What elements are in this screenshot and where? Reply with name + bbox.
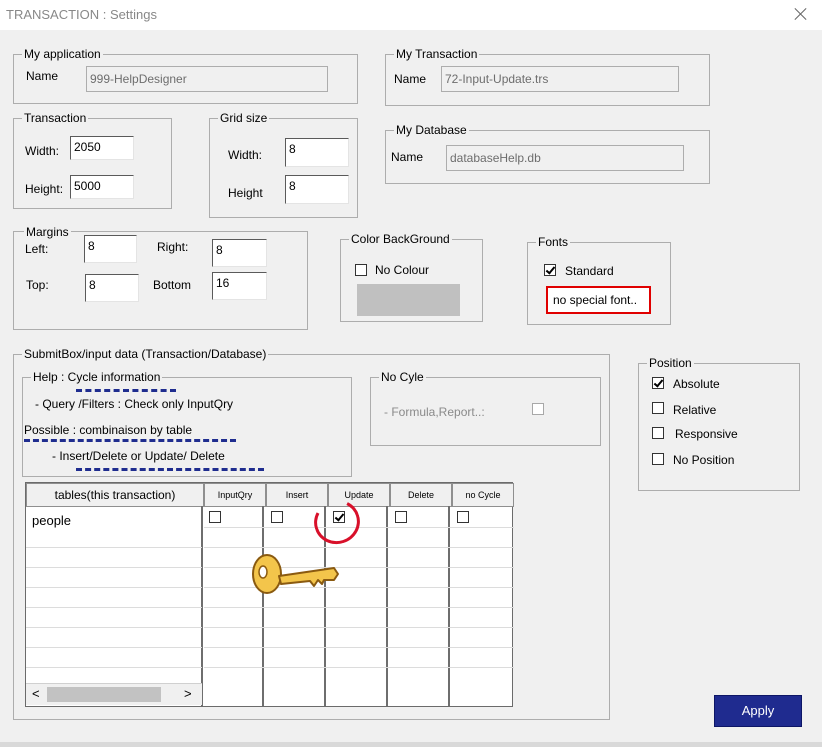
grid-size-label: Grid size <box>218 111 270 125</box>
help-possible-underline <box>24 439 236 442</box>
grid-row-line <box>204 607 514 608</box>
people-inputqry-checkbox[interactable] <box>209 511 221 523</box>
grid-row-line <box>204 667 514 668</box>
help-line-query: - Query /Filters : Check only InputQry <box>35 397 234 411</box>
grid-width-input[interactable]: 8 <box>285 138 349 167</box>
column-header-inputqry[interactable]: InputQry <box>204 483 266 507</box>
color-swatch[interactable] <box>357 284 460 316</box>
submitbox-label: SubmitBox/input data (Transaction/Databa… <box>22 347 269 361</box>
no-colour-checkbox[interactable] <box>355 264 367 276</box>
column-header-delete[interactable]: Delete <box>390 483 452 507</box>
window-title: TRANSACTION : Settings <box>6 7 157 22</box>
margin-left-input[interactable]: 8 <box>84 235 137 263</box>
grid-row-line <box>26 607 202 608</box>
help-label: Help : Cycle information <box>31 370 163 384</box>
database-name-field[interactable]: databaseHelp.db <box>446 145 684 171</box>
column-header-insert[interactable]: Insert <box>266 483 328 507</box>
help-line-combinations: - Insert/Delete or Update/ Delete <box>52 449 225 463</box>
no-cycle-label: No Cyle <box>379 370 426 384</box>
help-line-possible: Possible : combinaison by table <box>24 423 193 437</box>
database-name-label: Name <box>391 150 424 164</box>
grid-row-line <box>26 567 202 568</box>
position-none-checkbox[interactable] <box>652 453 664 465</box>
grid-row-line <box>204 547 514 548</box>
position-responsive-checkbox[interactable] <box>652 427 664 439</box>
margin-bottom-label: Bottom <box>153 278 192 292</box>
transaction-width-input[interactable]: 2050 <box>70 136 134 160</box>
margin-right-input[interactable]: 8 <box>212 239 267 267</box>
formula-report-checkbox[interactable] <box>532 403 544 415</box>
column-divider <box>448 506 450 706</box>
position-responsive-label: Responsive <box>675 427 738 441</box>
scroll-right-arrow-icon[interactable]: > <box>184 687 192 701</box>
bottom-edge <box>0 742 822 747</box>
font-info-text: no special font.. <box>546 286 651 314</box>
help-combinations-underline <box>76 468 264 471</box>
scrollbar-thumb[interactable] <box>47 687 161 702</box>
grid-row-line <box>204 627 514 628</box>
margins-label: Margins <box>24 225 71 239</box>
position-label: Position <box>647 356 694 370</box>
margin-left-label: Left: <box>25 242 49 256</box>
transaction-height-input[interactable]: 5000 <box>70 175 134 199</box>
margin-top-label: Top: <box>26 278 49 292</box>
people-no-cycle-checkbox[interactable] <box>457 511 469 523</box>
column-divider <box>262 506 264 706</box>
position-none-label: No Position <box>673 453 735 467</box>
formula-report-label: - Formula,Report..: <box>384 405 485 419</box>
transaction-name-field[interactable]: 72-Input-Update.trs <box>441 66 679 92</box>
standard-font-label: Standard <box>565 264 614 278</box>
grid-height-label: Height <box>228 186 263 200</box>
grid-height-input[interactable]: 8 <box>285 175 349 204</box>
grid-row-line <box>26 647 202 648</box>
color-background-label: Color BackGround <box>349 232 452 246</box>
my-application-label: My application <box>22 47 103 61</box>
position-relative-label: Relative <box>673 403 717 417</box>
transaction-name-label: Name <box>394 72 427 86</box>
grid-row-line <box>26 547 202 548</box>
apply-button[interactable]: Apply <box>714 695 802 727</box>
horizontal-scrollbar[interactable]: < > <box>26 683 202 705</box>
grid-row-line <box>26 587 202 588</box>
margin-bottom-input[interactable]: 16 <box>212 272 267 300</box>
transaction-width-label: Width: <box>25 144 60 158</box>
close-icon[interactable] <box>792 5 810 23</box>
key-icon <box>252 554 339 594</box>
table-row-people[interactable]: people <box>32 514 71 528</box>
grid-row-line <box>204 647 514 648</box>
fonts-label: Fonts <box>536 235 571 249</box>
app-name-field[interactable]: 999-HelpDesigner <box>86 66 328 92</box>
standard-font-checkbox[interactable] <box>544 264 556 276</box>
help-title-underline <box>76 389 176 392</box>
scroll-left-arrow-icon[interactable]: < <box>32 687 40 701</box>
no-colour-label: No Colour <box>375 263 430 277</box>
column-header-tables[interactable]: tables(this transaction) <box>26 483 204 507</box>
position-absolute-label: Absolute <box>673 377 720 391</box>
title-bar: TRANSACTION : Settings <box>0 0 822 30</box>
grid-row-line <box>26 627 202 628</box>
margin-top-input[interactable]: 8 <box>85 274 139 302</box>
grid-width-label: Width: <box>228 148 263 162</box>
position-relative-checkbox[interactable] <box>652 402 664 414</box>
grid-row-line <box>26 667 202 668</box>
my-transaction-label: My Transaction <box>394 47 480 61</box>
people-delete-checkbox[interactable] <box>395 511 407 523</box>
people-insert-checkbox[interactable] <box>271 511 283 523</box>
column-divider <box>201 506 203 706</box>
column-divider <box>386 506 388 706</box>
app-name-label: Name <box>26 69 59 83</box>
transaction-height-label: Height: <box>25 182 64 196</box>
transaction-label: Transaction <box>22 111 89 125</box>
position-absolute-checkbox[interactable] <box>652 377 664 389</box>
my-database-label: My Database <box>394 123 469 137</box>
margin-right-label: Right: <box>157 240 189 254</box>
column-header-no-cycle[interactable]: no Cycle <box>452 483 514 507</box>
